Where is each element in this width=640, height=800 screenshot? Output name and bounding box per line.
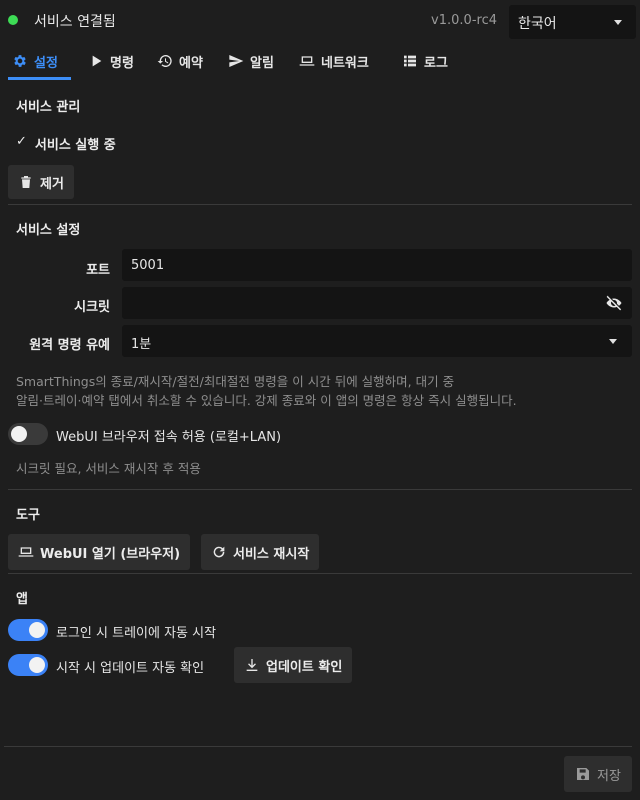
service-running-status: ✓ 서비스 실행 중: [16, 134, 116, 153]
tab-commands[interactable]: 명령: [88, 42, 134, 80]
divider: [8, 573, 632, 574]
tab-settings[interactable]: 설정: [12, 42, 58, 80]
port-input[interactable]: [122, 249, 632, 281]
tab-bar: 설정 명령 예약 알림 네트워크 로그: [0, 42, 640, 80]
section-title-app: 앱: [16, 592, 28, 607]
save-button-label: 저장: [597, 768, 621, 784]
download-icon: [246, 659, 258, 671]
tab-schedule[interactable]: 예약: [157, 42, 203, 80]
webui-hint: 시크릿 필요, 서비스 재시작 후 적용: [16, 461, 201, 476]
tab-label: 로그: [424, 55, 448, 71]
eye-slash-icon[interactable]: [604, 294, 624, 312]
tab-notifications[interactable]: 알림: [228, 42, 274, 80]
footer-divider: [4, 746, 632, 747]
autostart-toggle[interactable]: [8, 619, 48, 641]
update-check-toggle[interactable]: [8, 654, 48, 676]
play-icon: [92, 55, 102, 67]
check-update-button[interactable]: 업데이트 확인: [234, 647, 353, 683]
grace-select[interactable]: 1분: [122, 325, 632, 357]
grace-hint: SmartThings의 종료/재시작/절전/최대절전 명령을 이 시간 뒤에 …: [16, 372, 517, 410]
toggle-knob: [29, 622, 45, 638]
gear-icon: [14, 55, 26, 67]
send-icon: [229, 55, 244, 67]
webui-access-toggle[interactable]: [8, 423, 48, 445]
restart-service-label: 서비스 재시작: [233, 546, 310, 562]
port-field[interactable]: [122, 249, 632, 281]
laptop-icon: [18, 547, 34, 557]
port-label: 포트: [86, 263, 110, 278]
update-check-label: 시작 시 업데이트 자동 확인: [56, 661, 205, 676]
save-button[interactable]: 저장: [564, 756, 632, 792]
tab-network[interactable]: 네트워크: [299, 42, 369, 80]
secret-input[interactable]: [122, 287, 632, 319]
divider: [8, 204, 632, 205]
running-status-text: 서비스 실행 중: [34, 138, 116, 153]
laptop-icon: [299, 56, 315, 66]
language-select[interactable]: 한국어: [509, 5, 636, 39]
status-indicator: [8, 15, 18, 25]
section-title-service-management: 서비스 관리: [16, 100, 81, 115]
section-title-tools: 도구: [16, 508, 40, 523]
version-label: v1.0.0-rc4: [431, 13, 497, 28]
secret-field[interactable]: [122, 287, 632, 319]
grace-label: 원격 명령 유예: [29, 338, 110, 353]
toggle-knob: [11, 426, 27, 442]
check-update-label: 업데이트 확인: [266, 659, 343, 675]
tab-label: 설정: [34, 55, 58, 71]
tab-label: 예약: [179, 55, 203, 71]
secret-label: 시크릿: [74, 300, 110, 315]
chevron-down-icon: [609, 339, 617, 344]
trash-icon: [21, 176, 31, 188]
open-webui-button[interactable]: WebUI 열기 (브라우저): [8, 534, 191, 570]
active-tab-indicator: [8, 77, 71, 80]
language-value: 한국어: [518, 16, 557, 32]
history-icon: [157, 54, 172, 67]
top-bar: 서비스 연결됨 v1.0.0-rc4 한국어: [0, 0, 640, 42]
divider: [8, 489, 632, 490]
remove-button[interactable]: 제거: [8, 165, 74, 199]
webui-access-label: WebUI 브라우저 접속 허용 (로컬+LAN): [56, 430, 282, 445]
restart-service-button[interactable]: 서비스 재시작: [201, 534, 320, 570]
status-text: 서비스 연결됨: [34, 14, 116, 30]
hint-line: SmartThings의 종료/재시작/절전/최대절전 명령을 이 시간 뒤에 …: [16, 374, 455, 389]
save-icon: [577, 768, 590, 780]
section-title-service-settings: 서비스 설정: [16, 223, 81, 238]
toggle-knob: [29, 657, 45, 673]
tab-label: 명령: [110, 55, 134, 71]
open-webui-label: WebUI 열기 (브라우저): [40, 546, 181, 562]
tab-label: 알림: [250, 55, 274, 71]
chevron-down-icon: [614, 20, 622, 25]
remove-button-label: 제거: [40, 176, 64, 192]
list-icon: [404, 55, 416, 67]
tab-label: 네트워크: [321, 55, 369, 71]
refresh-icon: [213, 546, 225, 558]
tab-logs[interactable]: 로그: [402, 42, 448, 80]
hint-line: 알림·트레이·예약 탭에서 취소할 수 있습니다. 강제 종료와 이 앱의 명령…: [16, 393, 517, 408]
check-icon: ✓: [16, 134, 27, 149]
autostart-label: 로그인 시 트레이에 자동 시작: [56, 626, 217, 641]
grace-value: 1분: [131, 337, 152, 352]
